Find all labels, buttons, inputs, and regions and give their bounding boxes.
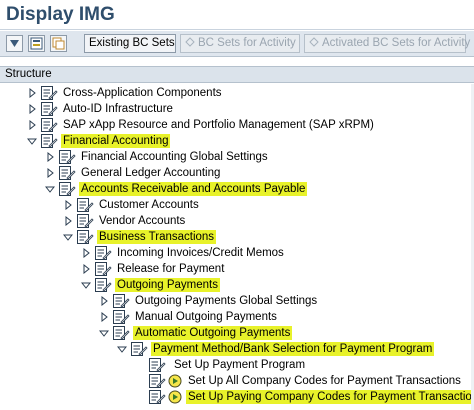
tree-node-label[interactable]: Set Up Payment Program <box>172 358 307 372</box>
bc-set-icon <box>309 37 319 47</box>
tree-node[interactable]: Automatic Outgoing Payments <box>0 325 474 341</box>
existing-bc-sets-label: Existing BC Sets <box>89 37 175 49</box>
img-document-icon[interactable] <box>112 293 130 309</box>
tree-node[interactable]: Financial Accounting Global Settings <box>0 149 474 165</box>
tree-node-label[interactable]: Outgoing Payments <box>115 278 221 292</box>
img-document-icon[interactable] <box>148 357 166 373</box>
expand-arrow-icon[interactable] <box>45 168 55 178</box>
tree-node-label[interactable]: Payment Method/Bank Selection for Paymen… <box>151 342 435 356</box>
img-document-icon[interactable] <box>58 149 76 165</box>
bc-set-icon <box>185 37 195 47</box>
tree-node-label[interactable]: Set Up Paying Company Codes for Payment … <box>186 390 474 404</box>
tree-node-label[interactable]: Customer Accounts <box>97 198 201 212</box>
tree-node-label[interactable]: Financial Accounting <box>61 134 171 148</box>
expand-arrow-icon[interactable] <box>81 248 91 258</box>
tree-node[interactable]: Financial Accounting <box>0 133 474 149</box>
img-document-icon[interactable] <box>40 117 58 133</box>
img-document-icon[interactable] <box>58 181 76 197</box>
tree-node[interactable]: General Ledger Accounting <box>0 165 474 181</box>
expand-arrow-icon[interactable] <box>63 216 73 226</box>
collapse-arrow-icon[interactable] <box>27 136 37 146</box>
find-icon[interactable] <box>28 35 45 52</box>
structure-column-header: Structure <box>0 66 474 83</box>
page-title: Display IMG <box>6 4 115 25</box>
execute-clock-icon[interactable] <box>168 390 182 404</box>
expand-subtree-icon[interactable] <box>6 35 23 52</box>
expand-arrow-icon[interactable] <box>81 264 91 274</box>
activated-bc-sets-label: Activated BC Sets for Activity <box>322 37 471 49</box>
expand-arrow-icon[interactable] <box>27 120 37 130</box>
tree-node-label[interactable]: Accounts Receivable and Accounts Payable <box>79 182 308 196</box>
tree-node-label[interactable]: Set Up All Company Codes for Payment Tra… <box>186 374 463 388</box>
tree-node[interactable]: Incoming Invoices/Credit Memos <box>0 245 474 261</box>
img-document-icon[interactable] <box>40 101 58 117</box>
img-document-icon[interactable] <box>148 389 166 405</box>
img-document-icon[interactable] <box>94 261 112 277</box>
tree-node-label[interactable]: Release for Payment <box>115 262 226 276</box>
tree-node[interactable]: Business Transactions <box>0 229 474 245</box>
bc-sets-for-activity-label: BC Sets for Activity <box>198 37 296 49</box>
img-document-icon[interactable] <box>40 85 58 101</box>
tree-node[interactable]: Cross-Application Components <box>0 85 474 101</box>
execute-clock-icon[interactable] <box>168 374 182 388</box>
collapse-arrow-icon[interactable] <box>117 344 127 354</box>
structure-header-label: Structure <box>5 68 52 80</box>
tree-node[interactable]: Customer Accounts <box>0 197 474 213</box>
title-bar: Display IMG <box>0 0 474 30</box>
img-document-icon[interactable] <box>130 341 148 357</box>
tree-node[interactable]: Manual Outgoing Payments <box>0 309 474 325</box>
tree-node-label[interactable]: Vendor Accounts <box>97 214 187 228</box>
tree-node-label[interactable]: General Ledger Accounting <box>79 166 222 180</box>
expand-arrow-icon[interactable] <box>63 200 73 210</box>
img-document-icon[interactable] <box>94 277 112 293</box>
tree-node[interactable]: Payment Method/Bank Selection for Paymen… <box>0 341 474 357</box>
tree-node[interactable]: Vendor Accounts <box>0 213 474 229</box>
tree-node-label[interactable]: Automatic Outgoing Payments <box>133 326 293 340</box>
img-document-icon[interactable] <box>76 229 94 245</box>
tree-node[interactable]: Accounts Receivable and Accounts Payable <box>0 181 474 197</box>
img-document-icon[interactable] <box>76 213 94 229</box>
tree-node[interactable]: Release for Payment <box>0 261 474 277</box>
tree-node[interactable]: Set Up All Company Codes for Payment Tra… <box>0 373 474 389</box>
collapse-arrow-icon[interactable] <box>63 232 73 242</box>
copy-icon[interactable] <box>50 35 67 52</box>
expand-arrow-icon[interactable] <box>27 104 37 114</box>
img-document-icon[interactable] <box>40 133 58 149</box>
expand-arrow-icon[interactable] <box>27 88 37 98</box>
expand-arrow-icon[interactable] <box>99 312 109 322</box>
img-document-icon[interactable] <box>112 309 130 325</box>
tree-node[interactable]: Set Up Payment Program <box>0 357 474 373</box>
tree-node-label[interactable]: Outgoing Payments Global Settings <box>133 294 319 308</box>
tree-node-label[interactable]: Manual Outgoing Payments <box>133 310 279 324</box>
bc-sets-for-activity-button[interactable]: BC Sets for Activity <box>180 34 300 53</box>
activated-bc-sets-button[interactable]: Activated BC Sets for Activity <box>304 34 470 53</box>
tree-node[interactable]: Auto-ID Infrastructure <box>0 101 474 117</box>
collapse-arrow-icon[interactable] <box>45 184 55 194</box>
toolbar-spacer <box>0 58 474 66</box>
img-document-icon[interactable] <box>112 325 130 341</box>
tree-node[interactable]: Outgoing Payments <box>0 277 474 293</box>
tree-node[interactable]: SAP xApp Resource and Portfolio Manageme… <box>0 117 474 133</box>
tree-node-label[interactable]: SAP xApp Resource and Portfolio Manageme… <box>61 118 376 132</box>
img-document-icon[interactable] <box>76 197 94 213</box>
existing-bc-sets-button[interactable]: Existing BC Sets <box>84 34 176 53</box>
tree-node-label[interactable]: Business Transactions <box>97 230 217 244</box>
collapse-arrow-icon[interactable] <box>81 280 91 290</box>
tree-node-label[interactable]: Cross-Application Components <box>61 86 224 100</box>
expand-arrow-icon[interactable] <box>99 296 109 306</box>
img-structure-tree: Cross-Application Components Auto-ID Infr… <box>0 84 474 410</box>
tree-node-label[interactable]: Incoming Invoices/Credit Memos <box>115 246 286 260</box>
img-document-icon[interactable] <box>148 373 166 389</box>
tree-node[interactable]: Set Up Paying Company Codes for Payment … <box>0 389 474 405</box>
collapse-arrow-icon[interactable] <box>99 328 109 338</box>
tree-node-label[interactable]: Auto-ID Infrastructure <box>61 102 175 116</box>
tree-node-label[interactable]: Financial Accounting Global Settings <box>79 150 270 164</box>
img-document-icon[interactable] <box>58 165 76 181</box>
application-toolbar: Existing BC Sets BC Sets for Activity Ac… <box>0 31 474 57</box>
img-document-icon[interactable] <box>94 245 112 261</box>
tree-node[interactable]: Outgoing Payments Global Settings <box>0 293 474 309</box>
expand-arrow-icon[interactable] <box>45 152 55 162</box>
